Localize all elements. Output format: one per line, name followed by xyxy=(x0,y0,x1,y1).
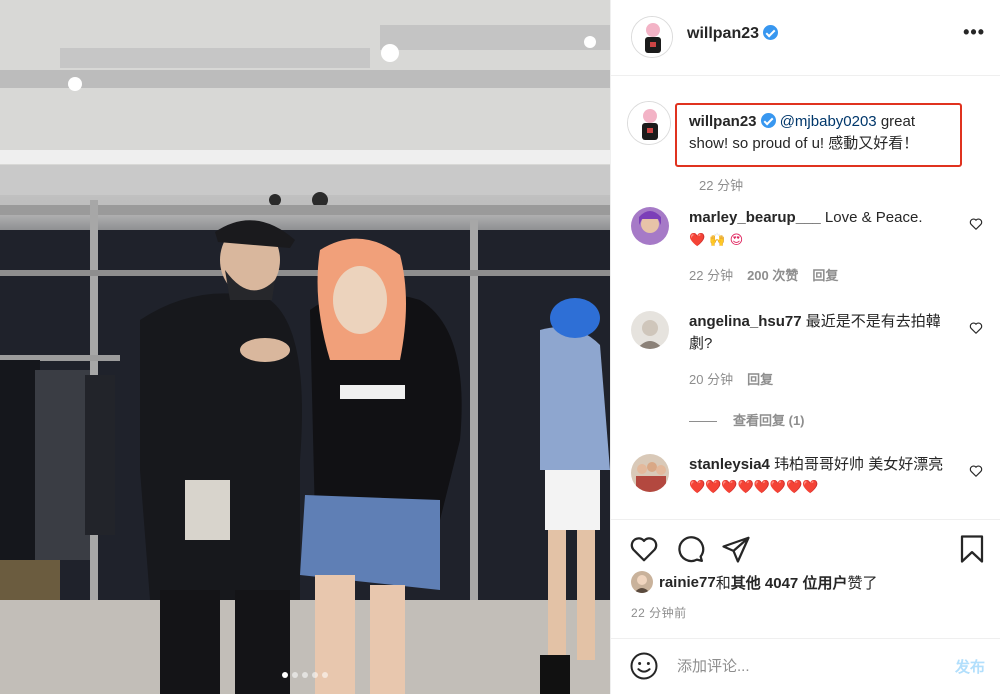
comment-text-block: angelina_hsu77 最近是不是有去拍韓劇? xyxy=(689,311,959,355)
view-replies-line xyxy=(689,421,717,423)
comment-text-block: stanleysia4 玮柏哥哥好帅 美女好漂亮 ❤️❤️❤️❤️❤️❤️❤️❤️ xyxy=(689,454,959,499)
carousel-dot[interactable] xyxy=(312,672,318,678)
caption-username[interactable]: willpan23 xyxy=(689,113,757,130)
comments-section[interactable]: willpan23 @mjbaby0203 great show! so pro… xyxy=(611,77,1000,519)
comment-like-heart-icon[interactable] xyxy=(969,321,983,335)
likes-summary: rainie77 和 其他 4047 位用户 赞了 xyxy=(631,571,877,593)
comment-icon[interactable] xyxy=(675,534,705,564)
post-comment-button[interactable]: 发布 xyxy=(955,656,985,677)
caption-author-avatar[interactable] xyxy=(627,101,671,145)
carousel-dot[interactable] xyxy=(282,672,288,678)
comment-input[interactable] xyxy=(677,653,927,679)
post-photo[interactable] xyxy=(0,0,610,694)
heart-icon[interactable] xyxy=(629,534,659,564)
comment-likes[interactable]: 200 次赞 xyxy=(747,268,798,283)
author-username-text[interactable]: willpan23 xyxy=(687,25,759,42)
share-icon[interactable] xyxy=(721,534,751,564)
comment-like-heart-icon[interactable] xyxy=(969,217,983,231)
comment-meta: 20 分钟 回复 xyxy=(689,369,787,388)
comment-time[interactable]: 20 分钟 xyxy=(689,372,733,387)
carousel-dot[interactable] xyxy=(322,672,328,678)
comment-username[interactable]: stanleysia4 xyxy=(689,456,770,473)
likes-suffix: 赞了 xyxy=(847,574,878,592)
post-header: willpan23 ••• xyxy=(611,0,1000,76)
comment-meta: 22 分钟 200 次赞 回复 xyxy=(689,265,852,284)
commenter-avatar[interactable] xyxy=(631,207,669,245)
verified-badge-icon xyxy=(763,25,779,40)
verified-badge-icon xyxy=(760,113,776,128)
comment-username[interactable]: marley_bearup___ xyxy=(689,209,821,226)
liker-avatar[interactable] xyxy=(631,571,653,593)
carousel-dot[interactable] xyxy=(302,672,308,678)
bookmark-icon[interactable] xyxy=(957,534,987,564)
view-replies-button[interactable]: 查看回复 (1) xyxy=(689,410,805,429)
comment-like-heart-icon[interactable] xyxy=(969,464,983,478)
post-side-pane: willpan23 ••• willpan23 @mjbaby0203 grea… xyxy=(610,0,1000,694)
caption-time[interactable]: 22 分钟 xyxy=(699,175,743,194)
comment-text: 玮柏哥哥好帅 美女好漂亮 xyxy=(769,456,944,473)
comment-emojis: ❤️ 🙌 😍 xyxy=(689,233,744,248)
comment-text: Love & Peace. xyxy=(820,209,923,226)
comment-emojis: ❤️❤️❤️❤️❤️❤️❤️❤️ xyxy=(689,480,819,495)
caption-mention[interactable]: @mjbaby0203 xyxy=(780,113,877,130)
comment-text-block: marley_bearup___ Love & Peace. ❤️ 🙌 😍 xyxy=(689,207,959,252)
comment-username[interactable]: angelina_hsu77 xyxy=(689,313,802,330)
more-options-icon[interactable]: ••• xyxy=(963,22,985,43)
reply-button[interactable]: 回复 xyxy=(812,268,838,283)
reply-button[interactable]: 回复 xyxy=(747,372,773,387)
likes-others[interactable]: 其他 4047 位用户 xyxy=(731,572,848,593)
carousel-dots xyxy=(282,672,328,678)
photo-illustration xyxy=(0,0,610,694)
liker-username[interactable]: rainie77 xyxy=(659,574,716,591)
author-username[interactable]: willpan23 xyxy=(687,25,779,43)
commenter-avatar[interactable] xyxy=(631,311,669,349)
view-replies-label[interactable]: 查看回复 (1) xyxy=(733,413,805,428)
comment-time[interactable]: 22 分钟 xyxy=(689,268,733,283)
post-timestamp[interactable]: 22 分钟前 xyxy=(631,604,687,621)
author-avatar[interactable] xyxy=(631,16,673,58)
add-comment-bar: 发布 xyxy=(611,638,1000,694)
likes-and: 和 xyxy=(715,574,731,592)
emoji-icon[interactable] xyxy=(629,651,659,681)
commenter-avatar[interactable] xyxy=(631,454,669,492)
action-bar xyxy=(611,519,1000,579)
caption-highlight-box: willpan23 @mjbaby0203 great show! so pro… xyxy=(675,103,962,167)
carousel-dot[interactable] xyxy=(292,672,298,678)
